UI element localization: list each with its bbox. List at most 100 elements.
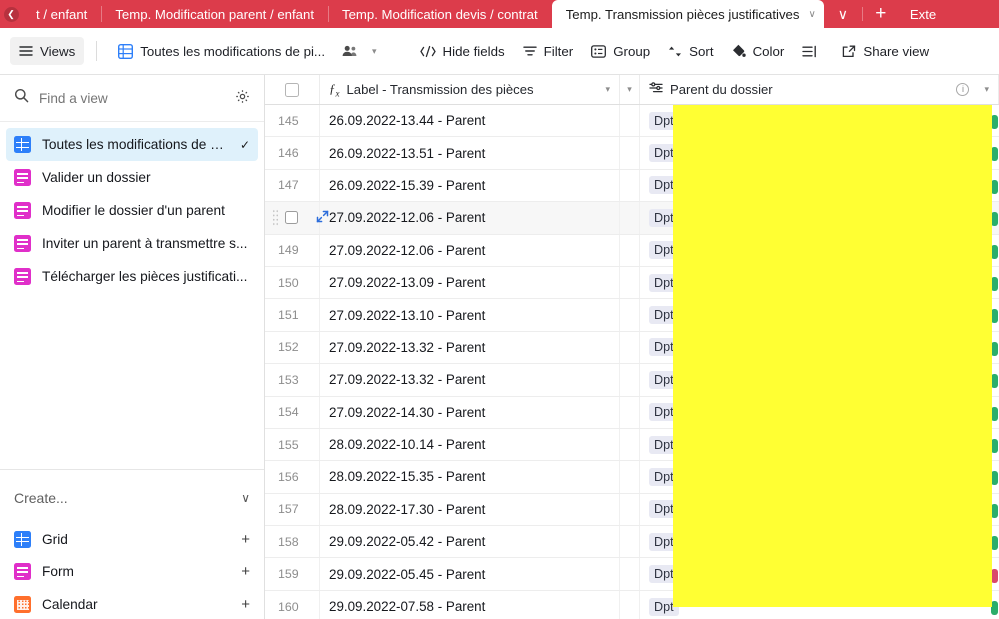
status-badge: [991, 601, 998, 615]
row-narrow-cell[interactable]: [620, 493, 640, 526]
status-badge: [991, 471, 998, 486]
column-header-narrow[interactable]: ▾: [620, 75, 640, 104]
status-badge: [991, 439, 998, 453]
status-badge: [991, 341, 998, 356]
gear-icon[interactable]: [235, 89, 250, 108]
current-view-name: Toutes les modifications de pi...: [140, 43, 326, 59]
row-narrow-cell[interactable]: [620, 105, 640, 137]
drag-handle-icon[interactable]: [272, 209, 279, 227]
tab-list-chevron-button[interactable]: ∨: [824, 0, 862, 28]
row-label-cell[interactable]: 26.09.2022-13.44 - Parent: [320, 105, 620, 137]
share-view-button[interactable]: Share view: [833, 37, 938, 65]
add-grid-view-icon[interactable]: +: [241, 531, 250, 548]
row-label-cell[interactable]: 26.09.2022-15.39 - Parent: [320, 169, 620, 202]
group-button[interactable]: Group: [582, 37, 659, 65]
row-label-cell[interactable]: 27.09.2022-12.06 - Parent: [320, 202, 620, 234]
color-icon: [732, 44, 746, 58]
current-view-button[interactable]: Toutes les modifications de pi... ▾: [109, 37, 385, 65]
chevron-down-icon[interactable]: ▾: [984, 84, 989, 95]
tab-item-2[interactable]: Temp. Modification devis / contrat: [327, 0, 552, 28]
row-narrow-cell[interactable]: [620, 428, 640, 461]
checkbox-icon[interactable]: [285, 82, 299, 97]
add-tab-button[interactable]: +: [861, 0, 900, 28]
create-section-header[interactable]: Create... ∨: [0, 479, 264, 517]
row-label-cell[interactable]: 29.09.2022-05.42 - Parent: [320, 526, 620, 558]
row-label-cell[interactable]: 28.09.2022-15.35 - Parent: [320, 461, 620, 493]
color-button[interactable]: Color: [723, 37, 794, 65]
row-label-cell[interactable]: 26.09.2022-13.51 - Parent: [320, 137, 620, 169]
tab-label: t / enfant: [36, 6, 88, 22]
column-header-label[interactable]: ƒx Label - Transmission des pièces ▾: [320, 75, 620, 104]
row-label-cell[interactable]: 29.09.2022-07.58 - Parent: [320, 590, 620, 619]
collaborators-icon[interactable]: [342, 45, 358, 57]
tab-item-3-active[interactable]: Temp. Transmission pièces justificatives…: [551, 0, 824, 28]
info-icon[interactable]: i: [956, 83, 970, 96]
sidebar-view-item-0[interactable]: Toutes les modifications de pi... ✓: [6, 128, 258, 161]
sort-button[interactable]: Sort: [659, 37, 722, 65]
chevron-down-icon[interactable]: ∨: [808, 9, 815, 20]
checkbox-icon[interactable]: [285, 211, 298, 225]
row-label-cell[interactable]: 27.09.2022-13.32 - Parent: [320, 364, 620, 396]
row-number: 150: [265, 266, 320, 299]
column-header-parent[interactable]: Parent du dossier i ▾: [640, 75, 999, 104]
add-form-view-icon[interactable]: +: [241, 563, 250, 580]
row-label-cell[interactable]: 28.09.2022-17.30 - Parent: [320, 493, 620, 526]
row-narrow-cell[interactable]: [620, 169, 640, 202]
status-badge: [991, 568, 998, 583]
chevron-down-icon[interactable]: ∨: [241, 491, 250, 505]
row-label-cell[interactable]: 27.09.2022-14.30 - Parent: [320, 396, 620, 428]
row-label-cell[interactable]: 27.09.2022-13.32 - Parent: [320, 331, 620, 364]
create-item-grid[interactable]: Grid +: [0, 523, 264, 556]
expand-record-icon[interactable]: [316, 210, 329, 226]
column-header-text: Label - Transmission des pièces: [346, 82, 534, 97]
hide-fields-button[interactable]: Hide fields: [411, 37, 514, 65]
row-narrow-cell[interactable]: [620, 299, 640, 331]
row-narrow-cell[interactable]: [620, 137, 640, 169]
row-narrow-cell[interactable]: [620, 331, 640, 364]
tab-label: Temp. Modification devis / contrat: [341, 6, 538, 22]
tab-item-0[interactable]: t / enfant: [22, 0, 101, 28]
form-view-icon: [14, 563, 31, 581]
row-narrow-cell[interactable]: [620, 364, 640, 396]
row-label-cell[interactable]: 27.09.2022-13.09 - Parent: [320, 266, 620, 299]
row-height-button[interactable]: [793, 37, 833, 65]
row-narrow-cell[interactable]: [620, 396, 640, 428]
sidebar-view-item-4[interactable]: Télécharger les pièces justificati...: [6, 260, 258, 293]
column-header-text: Parent du dossier: [670, 82, 773, 97]
row-narrow-cell[interactable]: [620, 461, 640, 493]
select-all-cell[interactable]: [265, 75, 320, 104]
create-list: Grid + Form + Calendar +: [0, 523, 264, 619]
sidebar-view-item-3[interactable]: Inviter un parent à transmettre s...: [6, 227, 258, 260]
row-narrow-cell[interactable]: [620, 590, 640, 619]
tab-item-1[interactable]: Temp. Modification parent / enfant: [101, 0, 328, 28]
app-root: ❮ t / enfant Temp. Modification parent /…: [0, 0, 999, 619]
row-narrow-cell[interactable]: [620, 266, 640, 299]
sidebar-view-item-2[interactable]: Modifier le dossier d'un parent: [6, 194, 258, 227]
status-badge: [991, 277, 998, 291]
row-narrow-cell[interactable]: [620, 558, 640, 590]
sort-icon: [668, 45, 682, 58]
chevron-down-icon[interactable]: ▾: [605, 84, 610, 95]
create-item-form[interactable]: Form +: [0, 556, 264, 589]
search-input[interactable]: [39, 90, 225, 106]
row-hover-controls[interactable]: [265, 202, 329, 234]
tab-overflow-label[interactable]: Exte: [900, 0, 946, 28]
row-number: 158: [265, 526, 320, 558]
sidebar-view-item-1[interactable]: Valider un dossier: [6, 161, 258, 194]
row-narrow-cell[interactable]: [620, 526, 640, 558]
back-arrow-icon[interactable]: ❮: [0, 0, 22, 28]
row-label-cell[interactable]: 27.09.2022-13.10 - Parent: [320, 299, 620, 331]
chevron-down-icon[interactable]: ▾: [627, 84, 632, 95]
create-item-calendar[interactable]: Calendar +: [0, 588, 264, 619]
row-narrow-cell[interactable]: [620, 202, 640, 234]
views-button[interactable]: Views: [10, 37, 85, 65]
filter-button[interactable]: Filter: [514, 37, 583, 65]
row-narrow-cell[interactable]: [620, 234, 640, 266]
add-calendar-view-icon[interactable]: +: [241, 596, 250, 613]
row-label-cell[interactable]: 29.09.2022-05.45 - Parent: [320, 558, 620, 590]
row-label-cell[interactable]: 28.09.2022-10.14 - Parent: [320, 428, 620, 461]
grid-view-icon: [118, 43, 134, 59]
chevron-down-icon[interactable]: ▾: [372, 46, 377, 57]
row-label-cell[interactable]: 27.09.2022-12.06 - Parent: [320, 234, 620, 266]
row-number: 153: [265, 364, 320, 396]
